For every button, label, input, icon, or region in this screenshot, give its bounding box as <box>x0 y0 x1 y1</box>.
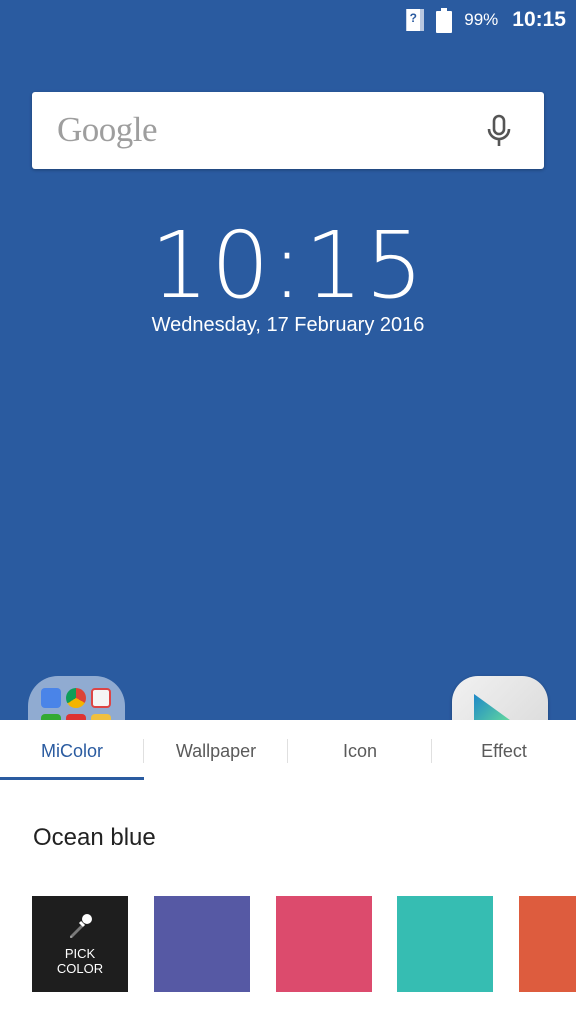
battery-full-icon <box>436 7 453 33</box>
pick-color-label-line2: COLOR <box>56 961 104 976</box>
play-triangle-icon <box>474 694 510 720</box>
theme-tabs: MiColor Wallpaper Icon Effect <box>0 720 576 782</box>
microphone-icon[interactable] <box>484 114 514 148</box>
home-screen-wallpaper: ? 99% 10:15 Google 10:15 Wednesday, 17 F… <box>0 0 576 720</box>
pick-color-label-line1: PICK <box>64 946 96 961</box>
pick-color-button[interactable]: PICK COLOR <box>32 896 128 992</box>
tab-effect[interactable]: Effect <box>432 720 576 782</box>
tab-icon-label: Icon <box>342 740 378 761</box>
swatch-pink[interactable] <box>276 896 372 992</box>
swatch-indigo[interactable] <box>154 896 250 992</box>
tab-micolor-label: MiColor <box>40 740 103 761</box>
google-app-icon <box>41 688 61 708</box>
current-theme-name: Ocean blue <box>33 824 156 851</box>
tab-wallpaper-label: Wallpaper <box>175 740 257 761</box>
app-folder-icon[interactable] <box>28 676 125 720</box>
tab-micolor[interactable]: MiColor <box>0 720 144 782</box>
status-time: 10:15 <box>512 8 566 31</box>
clock-time[interactable]: 10:15 <box>0 212 576 319</box>
battery-percent: 99% <box>464 10 499 29</box>
tab-effect-label: Effect <box>481 740 527 761</box>
color-swatches: PICK COLOR <box>0 896 576 992</box>
google-logo: Google <box>57 110 158 149</box>
tab-icon[interactable]: Icon <box>288 720 432 782</box>
gmail-icon <box>91 688 111 708</box>
theme-panel: MiColor Wallpaper Icon Effect Ocean blue <box>0 720 576 1024</box>
google-search-bar[interactable]: Google <box>32 92 544 169</box>
tab-wallpaper[interactable]: Wallpaper <box>144 720 288 782</box>
swatch-teal[interactable] <box>397 896 493 992</box>
swatch-orange[interactable] <box>519 896 576 992</box>
status-bar: ? 99% 10:15 <box>0 0 576 40</box>
sim-unknown-icon: ? <box>406 9 425 31</box>
chrome-icon <box>66 688 86 708</box>
clock-date: Wednesday, 17 February 2016 <box>151 314 425 336</box>
active-tab-indicator <box>0 777 144 780</box>
play-store-icon[interactable] <box>452 676 548 720</box>
eyedropper-icon <box>70 914 92 938</box>
